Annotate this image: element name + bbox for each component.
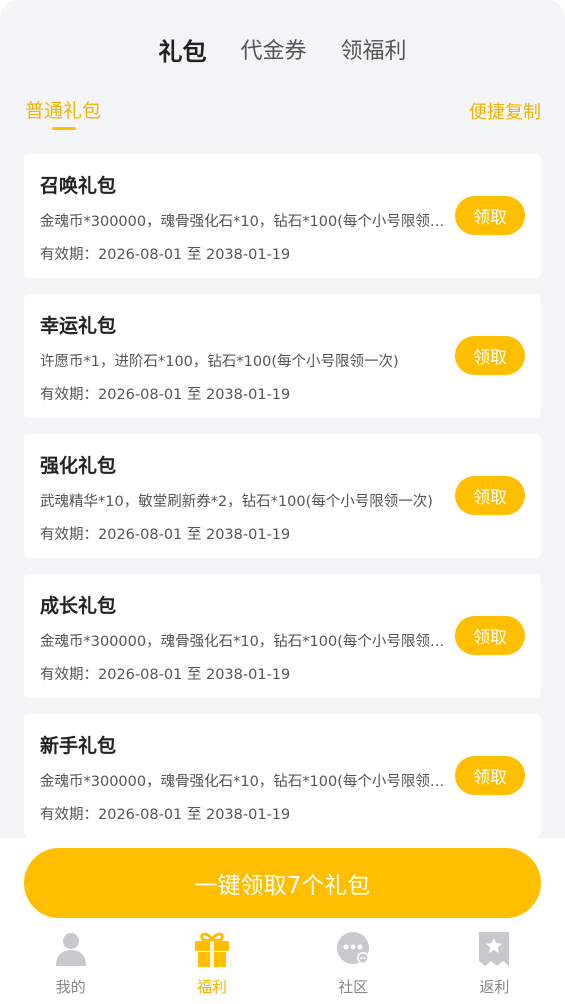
gift-description: 武魂精华*10，敏堂刷新券*2，钻石*100(每个小号限领一次) [40, 494, 433, 510]
bottom-nav: 我的 福利 社区 返利 [0, 928, 565, 1004]
claim-button[interactable]: 领取 [455, 616, 525, 655]
gift-title: 成长礼包 [40, 595, 117, 617]
gift-validity: 有效期：2026-08-01 至 2038-01-19 [40, 247, 291, 263]
gift-description: 金魂币*300000，魂骨强化石*10，钻石*100(每个小号限领一次) [40, 634, 445, 650]
nav-item-welfare[interactable]: 福利 [141, 928, 282, 1004]
gift-title: 幸运礼包 [40, 315, 117, 337]
gift-icon [194, 932, 229, 967]
rebate-icon [479, 932, 510, 966]
nav-label: 福利 [196, 978, 227, 996]
nav-item-community[interactable]: 社区 [283, 928, 424, 1004]
gift-card: 召唤礼包 金魂币*300000，魂骨强化石*10，钻石*100(每个小号限领一次… [24, 154, 541, 278]
chat-icon [337, 932, 370, 964]
gift-validity: 有效期：2026-08-01 至 2038-01-19 [40, 527, 291, 543]
nav-label: 我的 [55, 978, 86, 996]
gift-description: 金魂币*300000，魂骨强化石*10，钻石*100(每个小号限领一次) [40, 774, 445, 790]
claim-button[interactable]: 领取 [455, 756, 525, 795]
claim-button[interactable]: 领取 [455, 476, 525, 515]
gift-title: 新手礼包 [40, 735, 117, 757]
gift-card: 幸运礼包 许愿币*1，进阶石*100，钻石*100(每个小号限领一次) 有效期：… [24, 294, 541, 418]
gift-title: 召唤礼包 [40, 175, 117, 197]
gift-card: 强化礼包 武魂精华*10，敏堂刷新券*2，钻石*100(每个小号限领一次) 有效… [24, 434, 541, 558]
sub-tab-row: 普通礼包 便捷复制 [25, 96, 541, 132]
claim-button[interactable]: 领取 [455, 196, 525, 235]
gift-description: 许愿币*1，进阶石*100，钻石*100(每个小号限领一次) [40, 354, 399, 370]
tab-voucher[interactable]: 代金券 [240, 30, 306, 74]
claim-all-button[interactable]: 一键领取7个礼包 [24, 848, 541, 918]
gift-validity: 有效期：2026-08-01 至 2038-01-19 [40, 387, 291, 403]
gift-card: 新手礼包 金魂币*300000，魂骨强化石*10，钻石*100(每个小号限领一次… [24, 714, 541, 838]
gift-sheet: 礼包 代金券 领福利 普通礼包 便捷复制 召唤礼包 金魂币*300000，魂骨强… [0, 0, 565, 1004]
gift-card: 成长礼包 金魂币*300000，魂骨强化石*10，钻石*100(每个小号限领一次… [24, 574, 541, 698]
quick-copy-link[interactable]: 便捷复制 [469, 98, 541, 124]
claim-button[interactable]: 领取 [455, 336, 525, 375]
bottom-area: 一键领取7个礼包 我的 福利 社区 返利 [0, 838, 565, 1004]
sub-tab-indicator [52, 127, 76, 130]
tab-welfare[interactable]: 领福利 [341, 30, 407, 74]
gift-validity: 有效期：2026-08-01 至 2038-01-19 [40, 807, 291, 823]
nav-item-mine[interactable]: 我的 [0, 928, 141, 1004]
nav-label: 社区 [338, 978, 369, 996]
nav-item-rebate[interactable]: 返利 [424, 928, 565, 1004]
user-icon [55, 933, 86, 966]
sub-tab-normal-gift[interactable]: 普通礼包 [25, 96, 101, 123]
gift-validity: 有效期：2026-08-01 至 2038-01-19 [40, 667, 291, 683]
top-tabs: 礼包 代金券 领福利 [0, 30, 565, 74]
tab-gift[interactable]: 礼包 [158, 30, 206, 74]
nav-label: 返利 [479, 978, 510, 996]
gift-title: 强化礼包 [40, 455, 117, 477]
gift-description: 金魂币*300000，魂骨强化石*10，钻石*100(每个小号限领一次) [40, 214, 445, 230]
